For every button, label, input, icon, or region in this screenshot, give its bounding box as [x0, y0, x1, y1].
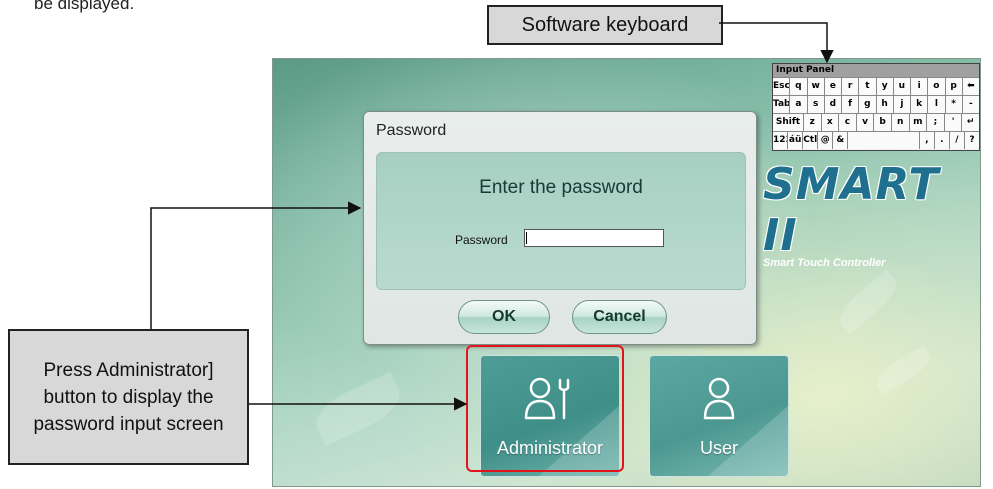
- key-a[interactable]: a: [790, 96, 808, 113]
- key-period[interactable]: .: [934, 132, 950, 149]
- key-m[interactable]: m: [909, 114, 928, 131]
- keyboard-leader-line: [719, 22, 834, 64]
- key-esc[interactable]: Esc: [773, 78, 791, 95]
- password-dialog: Password Enter the password Password OK …: [363, 111, 757, 345]
- key-p[interactable]: p: [945, 78, 963, 95]
- key-f[interactable]: f: [842, 96, 860, 113]
- key-123[interactable]: 123: [773, 132, 789, 149]
- software-keyboard-callout: Software keyboard: [487, 5, 723, 45]
- key-t[interactable]: t: [859, 78, 877, 95]
- key-r[interactable]: r: [842, 78, 860, 95]
- logo-text: SMART II: [763, 159, 940, 261]
- top-note-text: be displayed.: [34, 0, 135, 13]
- key-l[interactable]: l: [928, 96, 946, 113]
- administrator-callout: Press Administrator] button to display t…: [8, 329, 249, 465]
- key-at[interactable]: @: [818, 132, 834, 149]
- key-g[interactable]: g: [859, 96, 877, 113]
- key-backspace[interactable]: ⬅: [962, 78, 979, 95]
- ok-button[interactable]: OK: [458, 300, 550, 334]
- key-n[interactable]: n: [891, 114, 910, 131]
- key-z[interactable]: z: [803, 114, 822, 131]
- key-enter[interactable]: ↵: [962, 114, 979, 131]
- key-ampersand[interactable]: &: [833, 132, 849, 149]
- software-keyboard: Input Panel Esc q w e r t y u i o p ⬅ Ta…: [772, 63, 980, 151]
- password-input[interactable]: [524, 229, 664, 247]
- keyboard-row: 123 áü Ctl @ & , . / ?: [773, 131, 980, 149]
- keyboard-row: Shift z x c v b n m ; ' ↵: [773, 113, 979, 131]
- key-semicolon[interactable]: ;: [927, 114, 945, 131]
- key-y[interactable]: y: [876, 78, 894, 95]
- user-label: User: [699, 438, 738, 458]
- key-comma[interactable]: ,: [919, 132, 935, 149]
- key-x[interactable]: x: [821, 114, 840, 131]
- key-q[interactable]: q: [790, 78, 808, 95]
- key-asterisk[interactable]: *: [945, 96, 963, 113]
- key-c[interactable]: c: [839, 114, 857, 131]
- key-slash[interactable]: /: [949, 132, 965, 149]
- key-question[interactable]: ?: [964, 132, 980, 149]
- key-v[interactable]: v: [856, 114, 875, 131]
- dialog-title: Password: [376, 122, 447, 139]
- key-tab[interactable]: Tab: [773, 96, 791, 113]
- key-apostrophe[interactable]: ': [944, 114, 963, 131]
- keyboard-row: Esc q w e r t y u i o p ⬅: [773, 77, 979, 95]
- key-i[interactable]: i: [911, 78, 929, 95]
- device-screen: SMART II Smart Touch Controller Input Pa…: [272, 58, 981, 487]
- background-leaf: [871, 345, 935, 395]
- key-space[interactable]: [848, 132, 920, 149]
- key-h[interactable]: h: [876, 96, 894, 113]
- key-k[interactable]: k: [911, 96, 929, 113]
- cancel-button[interactable]: Cancel: [572, 300, 667, 334]
- key-ctl[interactable]: Ctl: [803, 132, 819, 149]
- key-shift[interactable]: Shift: [773, 114, 804, 131]
- key-minus[interactable]: -: [962, 96, 979, 113]
- background-leaf: [832, 269, 904, 335]
- key-s[interactable]: s: [807, 96, 825, 113]
- product-logo: SMART II Smart Touch Controller: [763, 159, 973, 269]
- text-cursor: [526, 232, 527, 244]
- background-leaf: [308, 371, 408, 447]
- key-j[interactable]: j: [893, 96, 911, 113]
- key-u[interactable]: u: [893, 78, 911, 95]
- key-d[interactable]: d: [824, 96, 842, 113]
- dialog-heading: Enter the password: [479, 177, 643, 198]
- dialog-panel: Enter the password Password: [376, 152, 746, 290]
- key-o[interactable]: o: [928, 78, 946, 95]
- user-icon: [650, 374, 788, 429]
- administrator-highlight-frame: [466, 345, 624, 472]
- administrator-callout-text: Press Administrator] button to display t…: [33, 359, 224, 435]
- key-b[interactable]: b: [874, 114, 892, 131]
- user-button[interactable]: User: [649, 355, 789, 477]
- logo-subtitle: Smart Touch Controller: [763, 257, 886, 269]
- keyboard-row: Tab a s d f g h j k l * -: [773, 95, 979, 113]
- key-w[interactable]: w: [807, 78, 825, 95]
- key-accents[interactable]: áü: [788, 132, 804, 149]
- key-e[interactable]: e: [824, 78, 842, 95]
- software-keyboard-callout-text: Software keyboard: [521, 13, 689, 36]
- keyboard-title: Input Panel: [773, 64, 979, 77]
- password-label: Password: [455, 233, 508, 247]
